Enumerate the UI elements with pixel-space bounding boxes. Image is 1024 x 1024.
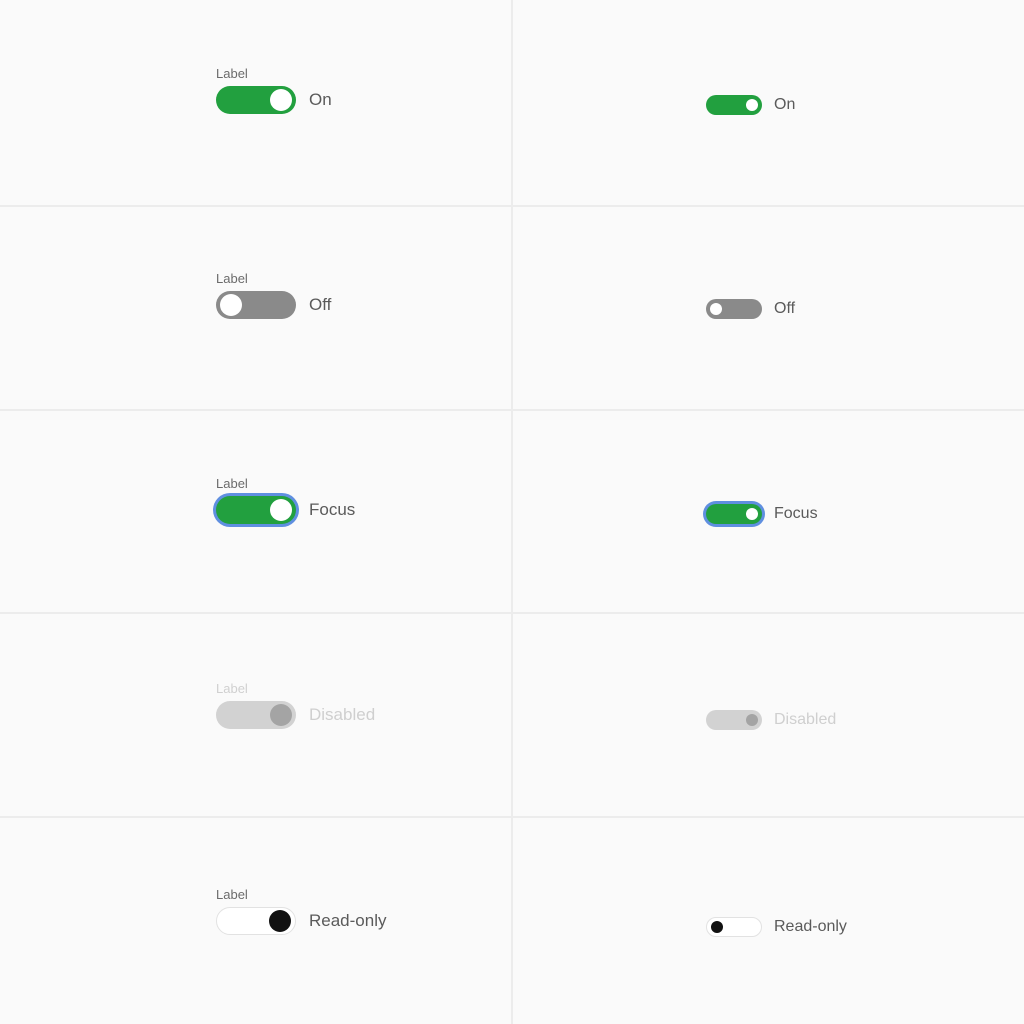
toggle-large-readonly: Read-only	[216, 907, 387, 935]
toggle-track[interactable]	[216, 496, 296, 524]
toggle-small-off[interactable]: Off	[706, 299, 795, 319]
toggle-knob	[270, 499, 292, 521]
toggle-small-readonly: Read-only	[706, 917, 847, 937]
column-divider	[511, 0, 513, 1024]
toggle-knob	[746, 508, 758, 520]
cell-large-focus: Label Focus	[0, 409, 512, 613]
row-divider	[0, 612, 1024, 614]
toggle-large-on[interactable]: On	[216, 86, 332, 114]
toggle-state-text: Focus	[309, 500, 356, 519]
toggle-state-text: On	[309, 90, 332, 109]
toggle-state-text: Disabled	[774, 711, 837, 728]
toggle-state-text: Read-only	[774, 918, 847, 935]
toggle-knob	[746, 714, 758, 726]
toggle-showcase: Label On On Label Off Off Label Focus Fo…	[0, 0, 1024, 1024]
toggle-field-label: Label	[216, 887, 248, 902]
cell-small-focus: Focus	[512, 409, 1024, 613]
toggle-track	[216, 907, 296, 935]
toggle-knob	[746, 99, 758, 111]
toggle-knob	[220, 294, 242, 316]
toggle-track[interactable]	[216, 86, 296, 114]
toggle-state-text: Off	[309, 295, 332, 314]
cell-large-disabled: Label Disabled	[0, 613, 512, 817]
toggle-field-label: Label	[216, 681, 248, 696]
toggle-track	[706, 917, 762, 937]
toggle-state-text: Off	[774, 300, 796, 317]
toggle-track	[216, 701, 296, 729]
cell-large-off: Label Off	[0, 205, 512, 409]
cell-small-off: Off	[512, 205, 1024, 409]
toggle-track[interactable]	[216, 291, 296, 319]
toggle-knob	[270, 704, 292, 726]
cell-small-readonly: Read-only	[512, 817, 1024, 1024]
toggle-small-on[interactable]: On	[706, 95, 795, 115]
toggle-large-focus[interactable]: Focus	[216, 496, 355, 524]
toggle-large-disabled: Disabled	[216, 701, 375, 729]
toggle-field-label: Label	[216, 476, 248, 491]
toggle-state-text: Read-only	[309, 911, 387, 930]
toggle-field-label: Label	[216, 271, 248, 286]
cell-small-on: On	[512, 0, 1024, 205]
cell-small-disabled: Disabled	[512, 613, 1024, 817]
toggle-track	[706, 710, 762, 730]
row-divider	[0, 816, 1024, 818]
toggle-track[interactable]	[706, 504, 762, 524]
cell-large-readonly: Label Read-only	[0, 817, 512, 1024]
toggle-track[interactable]	[706, 299, 762, 319]
toggle-knob	[270, 89, 292, 111]
row-divider	[0, 409, 1024, 411]
toggle-small-disabled: Disabled	[706, 710, 836, 730]
toggle-track[interactable]	[706, 95, 762, 115]
cell-large-on: Label On	[0, 0, 512, 205]
row-divider	[0, 205, 1024, 207]
toggle-large-off[interactable]: Off	[216, 291, 331, 319]
toggle-state-text: On	[774, 96, 796, 113]
toggle-state-text: Disabled	[309, 705, 376, 724]
toggle-field-label: Label	[216, 66, 248, 81]
toggle-knob	[711, 921, 723, 933]
toggle-small-focus[interactable]: Focus	[706, 504, 818, 524]
toggle-knob	[710, 303, 722, 315]
toggle-state-text: Focus	[774, 505, 818, 522]
toggle-knob	[269, 910, 291, 932]
